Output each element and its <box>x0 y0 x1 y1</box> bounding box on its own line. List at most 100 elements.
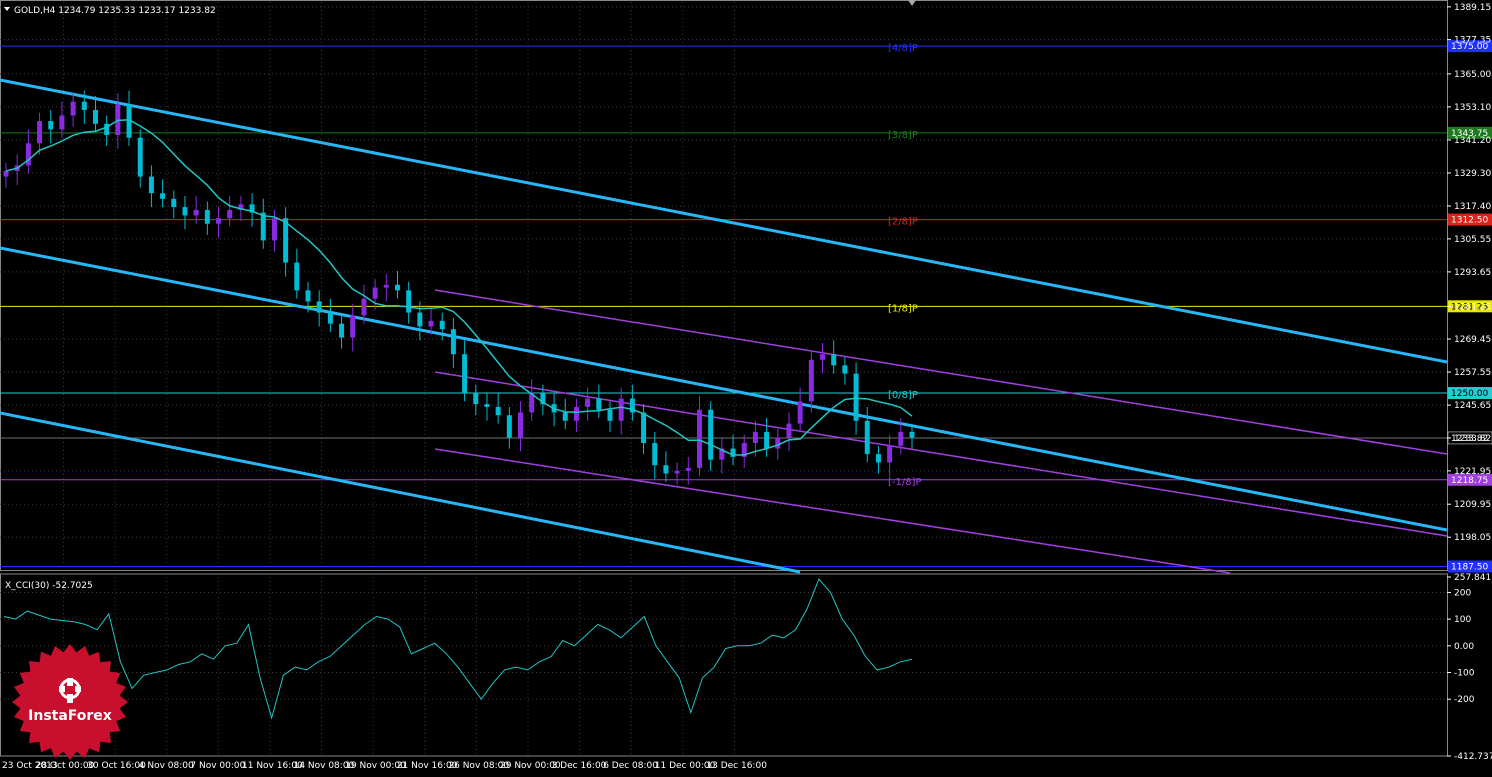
candle-body <box>495 406 501 416</box>
candle-body <box>92 109 98 124</box>
candle-body <box>283 218 289 263</box>
murrey-level-price-label: 1312.50 <box>1451 216 1488 226</box>
candle-body <box>372 287 378 299</box>
candle-body <box>752 431 758 443</box>
price-tick-label: 1389.15 <box>1454 3 1491 13</box>
candle-body <box>473 393 479 405</box>
cci-tick-label: 257.8411 <box>1454 573 1492 583</box>
candle-body <box>518 412 524 438</box>
candle-body <box>641 412 647 443</box>
price-tick-label: 1221.95 <box>1454 467 1491 477</box>
candle-body <box>417 312 423 327</box>
candle-body <box>383 284 389 288</box>
cci-tick-label: -100 <box>1454 669 1475 679</box>
murrey-level-price-label: 1250.00 <box>1451 389 1488 399</box>
candle-body <box>573 406 579 421</box>
murrey-level-label: [-1/8]P <box>888 477 922 488</box>
candle-body <box>394 284 400 291</box>
candle-body <box>305 290 311 302</box>
candle-body <box>462 354 468 394</box>
price-tick-label: 1269.45 <box>1454 335 1491 345</box>
candle-body <box>59 115 65 130</box>
candle-body <box>820 354 826 360</box>
candle-body <box>204 209 210 224</box>
time-tick-label: 6 Dec 08:00 <box>603 761 658 771</box>
candle-body <box>271 218 277 241</box>
time-tick-label: 28 Oct 00:00 <box>36 761 95 771</box>
candle-body <box>585 398 591 407</box>
candle-body <box>37 121 43 144</box>
candle-body <box>607 409 613 421</box>
candle-body <box>652 443 658 466</box>
murrey-level-label: [2/8]P <box>888 217 918 228</box>
candle-body <box>70 101 76 116</box>
time-tick-label: 13 Dec 16:00 <box>706 761 767 771</box>
murrey-level-price-label: 1218.75 <box>1451 476 1488 486</box>
time-tick-label: 30 Oct 16:00 <box>87 761 146 771</box>
candle-body <box>808 359 814 402</box>
candle-body <box>294 262 300 291</box>
time-tick-label: 4 Nov 08:00 <box>139 761 194 771</box>
murrey-level-label: [3/8]P <box>888 130 918 141</box>
candle-body <box>562 412 568 421</box>
price-tick-label: 1233.82 <box>1454 434 1491 444</box>
candle-body <box>260 212 266 241</box>
candle-body <box>160 193 166 199</box>
chart-canvas[interactable]: 1375.00[4/8]P1343.75[3/8]P1312.50[2/8]P1… <box>0 0 1492 773</box>
candle-body <box>685 467 691 471</box>
candle-body <box>764 431 770 449</box>
candle-body <box>316 301 322 313</box>
indicator-header-text: X_CCI(30) -52.7025 <box>5 581 93 591</box>
candle-body <box>137 137 143 177</box>
symbol-ohlc-text: GOLD,H4 1234.79 1235.33 1233.17 1233.82 <box>14 6 216 16</box>
murrey-level-label: [4/8]P <box>888 43 918 54</box>
candle-body <box>696 409 702 468</box>
price-tick-label: 1198.05 <box>1454 533 1491 543</box>
cci-tick-label: 200 <box>1454 588 1471 598</box>
price-tick-label: 1329.30 <box>1454 169 1491 179</box>
price-tick-label: 1341.20 <box>1454 136 1491 146</box>
price-tick-label: 1305.55 <box>1454 235 1491 245</box>
candle-body <box>831 354 837 366</box>
candle-body <box>182 207 188 216</box>
candle-body <box>484 404 490 407</box>
time-tick-label: 3 Dec 16:00 <box>552 761 607 771</box>
cci-tick-label: 0.00 <box>1454 642 1474 652</box>
price-tick-label: 1209.95 <box>1454 500 1491 510</box>
candle-body <box>786 423 792 438</box>
candle-body <box>708 409 714 460</box>
candle-body <box>216 218 222 224</box>
candle-body <box>853 373 859 421</box>
candle-body <box>350 315 356 338</box>
price-tick-label: 1317.40 <box>1454 202 1491 212</box>
candle-body <box>48 121 54 130</box>
candle-body <box>506 415 512 438</box>
candle-body <box>887 445 893 463</box>
murrey-level-price-label: 1187.50 <box>1451 563 1488 573</box>
price-tick-label: 1281.25 <box>1454 302 1491 312</box>
candle-body <box>898 431 904 446</box>
cci-tick-label: 100 <box>1454 615 1471 625</box>
price-tick-label: 1293.65 <box>1454 268 1491 278</box>
price-tick-label: 1377.35 <box>1454 36 1491 46</box>
trading-chart[interactable]: 1375.00 [4/8]P 1343.75 [3/8]P 1312.50 [2/8]P 1… <box>0 0 1492 773</box>
candle-body <box>148 176 154 194</box>
candle-body <box>3 171 9 177</box>
candle-body <box>193 209 199 216</box>
candle-body <box>596 398 602 410</box>
candle-body <box>327 312 333 324</box>
candle-body <box>618 398 624 421</box>
cci-tick-label: -200 <box>1454 695 1475 705</box>
candle-body <box>361 298 367 316</box>
price-tick-label: 1257.55 <box>1454 368 1491 378</box>
candle-body <box>339 323 345 338</box>
price-tick-label: 1365.00 <box>1454 70 1491 80</box>
price-tick-label: 1245.65 <box>1454 401 1491 411</box>
logo-text: InstaForex <box>28 708 112 724</box>
candle-body <box>227 209 233 219</box>
murrey-level-label: [0/8]P <box>888 390 918 401</box>
candle-body <box>674 470 680 474</box>
murrey-level-label: [1/8]P <box>888 303 918 314</box>
candle-body <box>909 431 915 438</box>
candle-body <box>171 198 177 208</box>
